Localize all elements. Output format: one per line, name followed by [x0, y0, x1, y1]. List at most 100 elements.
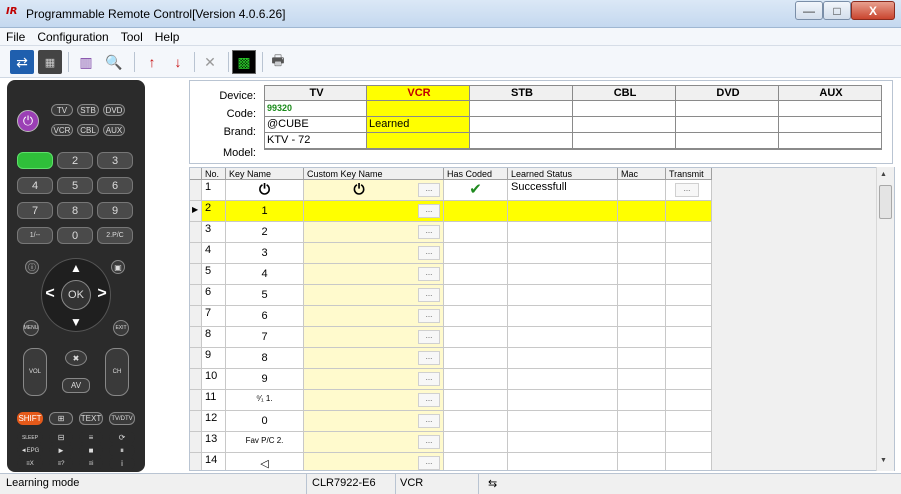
grid-cell[interactable] — [444, 369, 508, 390]
grid-cell[interactable] — [666, 369, 712, 390]
grid-cell[interactable]: 2 — [202, 201, 226, 222]
grid-cell[interactable] — [444, 327, 508, 348]
grid-cell[interactable]: 8 — [202, 327, 226, 348]
grid-cell[interactable] — [444, 453, 508, 470]
grid-cell[interactable]: ... — [304, 369, 444, 390]
grid-cell[interactable] — [444, 432, 508, 453]
grid-cell[interactable]: ... — [304, 201, 444, 222]
grid-cell[interactable] — [618, 453, 666, 470]
grid-cell[interactable]: ... — [304, 327, 444, 348]
column-has-coded-header[interactable]: Has Coded — [444, 168, 508, 180]
grid-cell[interactable]: 9 — [202, 348, 226, 369]
grid-cell[interactable] — [618, 306, 666, 327]
grid-cell[interactable] — [508, 306, 618, 327]
power-button[interactable]: ⏻ — [17, 110, 39, 132]
grid-cell[interactable]: 1 — [202, 180, 226, 201]
device-cell[interactable] — [779, 117, 882, 133]
epg-button[interactable]: ◄EPG — [17, 445, 43, 456]
mute-button[interactable]: ✖ — [65, 350, 87, 366]
grid-cell[interactable] — [444, 306, 508, 327]
grid-cell[interactable] — [508, 453, 618, 470]
device-column-header[interactable]: CBL — [573, 85, 676, 101]
device-cell[interactable]: KTV - 72 — [264, 133, 367, 149]
device-column-header[interactable]: VCR — [367, 85, 470, 101]
device-stb-button[interactable]: STB — [77, 104, 99, 116]
grid-cell[interactable]: ... — [304, 264, 444, 285]
channel-rocker[interactable]: CH — [105, 348, 129, 396]
remote-key-3[interactable]: 3 — [97, 152, 133, 169]
subtitle-button[interactable]: ⊟ — [49, 432, 73, 443]
grid-cell[interactable] — [618, 432, 666, 453]
remote-key-1[interactable]: 1 — [17, 152, 53, 169]
grid-cell[interactable]: 5 — [226, 285, 304, 306]
play-button[interactable]: ► — [49, 445, 73, 456]
grid-cell[interactable] — [508, 243, 618, 264]
remote-key-6[interactable]: 6 — [97, 177, 133, 194]
browse-button[interactable]: ... — [418, 204, 440, 218]
device-cell[interactable] — [573, 117, 676, 133]
grid-cell[interactable]: ⁰⁄₁ 1. — [226, 390, 304, 411]
grid-cell[interactable] — [444, 348, 508, 369]
column-learned-status-header[interactable]: Learned Status — [508, 168, 618, 180]
grid-cell[interactable] — [666, 432, 712, 453]
browse-button[interactable]: ... — [418, 183, 440, 197]
list-button[interactable]: ≡ — [79, 432, 103, 443]
transmit-button[interactable]: ... — [675, 183, 699, 197]
maximize-button[interactable]: □ — [823, 1, 851, 20]
device-cell[interactable] — [779, 133, 882, 149]
grid-cell[interactable] — [444, 201, 508, 222]
grid-cell[interactable] — [508, 411, 618, 432]
column-no-header[interactable]: No. — [202, 168, 226, 180]
grid-cell[interactable] — [444, 243, 508, 264]
grid-cell[interactable] — [666, 348, 712, 369]
menu-button[interactable]: MENU — [23, 320, 39, 336]
grid-cell[interactable] — [618, 222, 666, 243]
ok-button[interactable]: OK — [61, 280, 91, 310]
exit-button[interactable]: EXIT — [113, 320, 129, 336]
connect-icon[interactable]: ⇄ — [10, 50, 34, 74]
nav-down-button[interactable]: ▼ — [68, 315, 84, 329]
grid-cell[interactable] — [444, 411, 508, 432]
remote-key-8[interactable]: 8 — [57, 202, 93, 219]
grid-cell[interactable] — [666, 327, 712, 348]
device-cell[interactable]: 99320 — [264, 101, 367, 117]
device-cell[interactable] — [676, 117, 779, 133]
info-icon[interactable]: ⓘ — [25, 260, 39, 274]
grid-cell[interactable]: ... — [304, 348, 444, 369]
browse-button[interactable]: ... — [418, 288, 440, 302]
grid-cell[interactable]: Fav P/C 2. — [226, 432, 304, 453]
library-icon[interactable]: ▥ — [74, 50, 98, 74]
grid-cell[interactable]: 11 — [202, 390, 226, 411]
menu-configuration[interactable]: Configuration — [37, 30, 108, 44]
grid-cell[interactable] — [618, 180, 666, 201]
info-button[interactable]: i — [109, 458, 135, 469]
grid-cell[interactable] — [666, 264, 712, 285]
grid-cell[interactable]: 14 — [202, 453, 226, 470]
close-button[interactable]: X — [851, 1, 895, 20]
grid-cell[interactable] — [666, 453, 712, 470]
grid-cell[interactable]: 5 — [202, 264, 226, 285]
grid-cell[interactable]: ... — [304, 285, 444, 306]
waveform-icon[interactable]: ▩ — [232, 50, 256, 74]
grid-cell[interactable]: 8 — [226, 348, 304, 369]
pc-icon[interactable]: ▦ — [38, 50, 62, 74]
device-cell[interactable] — [676, 101, 779, 117]
grid-cell[interactable]: ⏻ — [226, 180, 304, 201]
device-column-header[interactable]: DVD — [676, 85, 779, 101]
remote-key-7[interactable]: 7 — [17, 202, 53, 219]
grid-cell[interactable] — [508, 348, 618, 369]
device-cell[interactable] — [470, 101, 573, 117]
minimize-button[interactable]: — — [795, 1, 823, 20]
browse-button[interactable]: ... — [418, 225, 440, 239]
grid-cell[interactable] — [508, 369, 618, 390]
remote-key-4[interactable]: 4 — [17, 177, 53, 194]
grid-cell[interactable] — [444, 222, 508, 243]
grid-cell[interactable]: 1 — [226, 201, 304, 222]
grid-cell[interactable]: 3 — [226, 243, 304, 264]
input-icon[interactable]: ▣ — [111, 260, 125, 274]
grid-cell[interactable]: 3 — [202, 222, 226, 243]
device-cell[interactable]: @CUBE — [264, 117, 367, 133]
stop-button[interactable]: ■ — [79, 445, 103, 456]
device-vcr-button[interactable]: VCR — [51, 124, 73, 136]
column-mac-header[interactable]: Mac — [618, 168, 666, 180]
